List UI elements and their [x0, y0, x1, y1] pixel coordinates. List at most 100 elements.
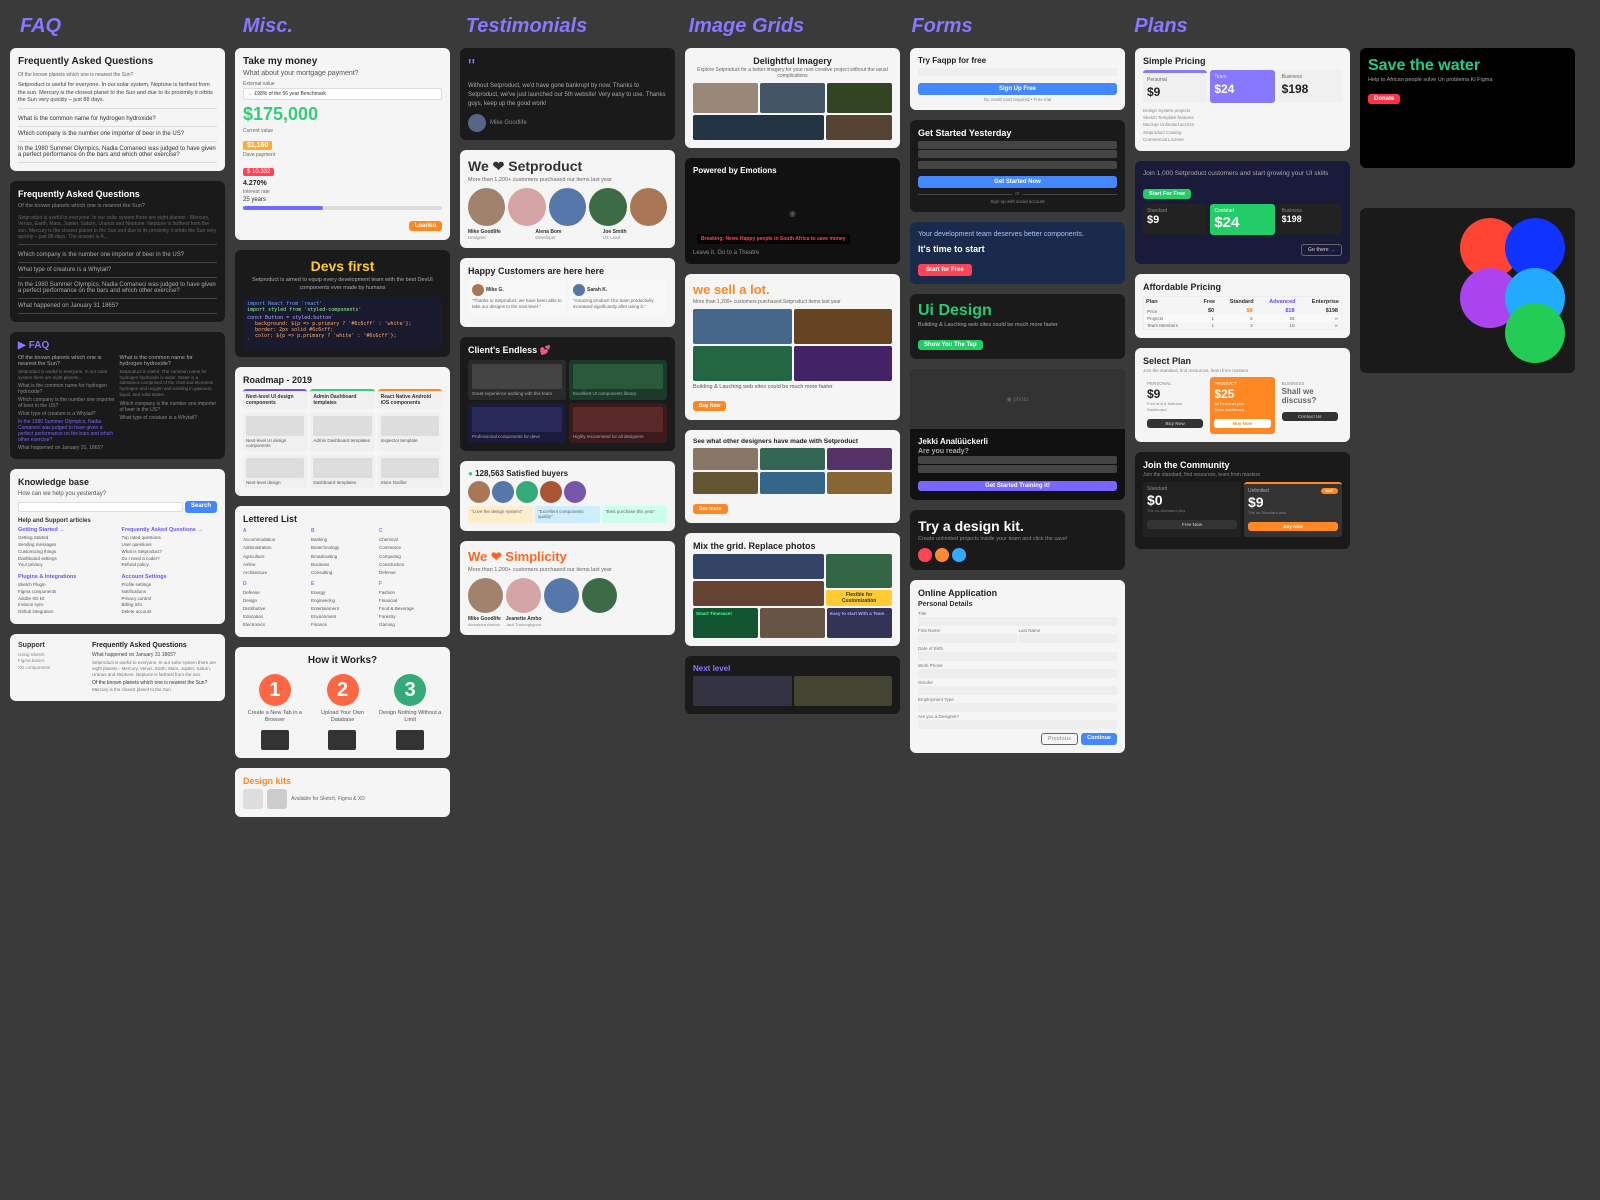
see-img3 — [827, 448, 892, 470]
roadmap-i2-title: Admin Dashboard templates — [313, 394, 371, 406]
ui-try-btn[interactable]: Show You The Tep — [918, 340, 983, 350]
join-customers-card: Join 1,000 Setproduct customers and star… — [1135, 161, 1350, 264]
sell-btn[interactable]: Buy Now — [693, 401, 726, 411]
mortgage-1160: $1,160 — [243, 141, 272, 150]
design-kit-icon1 — [243, 789, 263, 809]
form-lbl-employment: Employment Type — [918, 697, 1117, 702]
client-text4: Highly recommend for all designers — [573, 434, 663, 439]
devs-card: Devs first Setproduct is aimed to equip … — [235, 250, 450, 357]
aff-r3-free: 1 — [1195, 322, 1217, 330]
form-dob-input[interactable] — [918, 652, 1117, 661]
quote-text: Without Setproduct, we'd have gone bankr… — [468, 82, 667, 109]
join-more-btn[interactable]: Go there → — [1301, 244, 1342, 256]
faq-card-3: ▶ FAQ Of the known planets which one is … — [10, 332, 225, 460]
donate-btn[interactable]: Donate — [1368, 94, 1400, 104]
form-gender-input[interactable] — [918, 686, 1117, 695]
form-back-btn[interactable]: Previous — [1041, 733, 1078, 745]
try-email-input[interactable] — [918, 68, 1117, 76]
testimonial-box1: Mike G. "Thanks to Setproduct, we have b… — [468, 280, 566, 315]
faq-q3: Which company is the number one importer… — [18, 127, 217, 142]
roadmap-thumb3 — [381, 416, 439, 436]
step3-num: 3 — [394, 674, 426, 706]
lettered-col6: F FashionFinancialFood & BeverageForestr… — [379, 581, 442, 629]
mortgage-btn[interactable]: Loanko — [409, 221, 442, 231]
faq-col1-q6: What happened on January 31, 1865? — [18, 445, 116, 451]
emotions-card: Powered by Emotions ◉ Breaking: News Hap… — [685, 158, 900, 264]
join-plan-b: Business $198 — [1278, 204, 1342, 235]
faq-dark-q1: Which company is the number one importer… — [18, 248, 217, 263]
simplicity-sub: More than 1,200+ customers purchased our… — [468, 567, 667, 573]
buyers-card: ● 128,563 Satisfied buyers "Love the des… — [460, 461, 675, 532]
code-line2: import styled from 'styled-components' — [247, 307, 438, 313]
lettered-c6-items: FashionFinancialFood & BeverageForestryG… — [379, 589, 442, 629]
form-next-btn[interactable]: Continue — [1081, 733, 1117, 745]
lettered-col4: D DefenseDesignDistributiveEducationElec… — [243, 581, 306, 629]
plan-s1: Personal $9 — [1143, 70, 1207, 103]
jc-unl-btn[interactable]: Buy Now — [1248, 522, 1338, 531]
person1-avatar — [468, 188, 505, 226]
jc-title: Join the Community — [1143, 460, 1342, 470]
kb-cat3-items: Sketch PluginFigma componentsAdobe XD ki… — [18, 582, 114, 616]
mortgage-label1: External value — [243, 81, 442, 87]
buyers-bullet: ● — [468, 469, 473, 478]
form-phone-input[interactable] — [918, 669, 1117, 678]
sp-business: BUSINESS Shall we discuss? Contact Us — [1278, 377, 1342, 434]
gs-email-input[interactable] — [918, 150, 1117, 158]
clients-endless-card: Client's Endless 💕 Great experience work… — [460, 337, 675, 451]
buyer-av1 — [468, 481, 490, 503]
mortgage-external: ← £98% of the 56 year Benchmark — [243, 88, 442, 100]
try-design-kit-card: Try a design kit. Create unlimited proje… — [910, 510, 1125, 570]
gs-name-input[interactable] — [918, 141, 1117, 149]
form-first-input[interactable] — [918, 634, 1017, 643]
form-last-input[interactable] — [1019, 634, 1118, 643]
happy-title: Happy Customers are here here — [468, 266, 667, 276]
sp-personal-btn[interactable]: Buy Now — [1147, 419, 1203, 428]
try-signup-btn[interactable]: Sign Up Free — [918, 83, 1117, 95]
simp-av1 — [468, 578, 503, 613]
jekki-input2[interactable] — [918, 465, 1117, 473]
kb-cat4-items: Profile settingsNotificationsPrivacy con… — [122, 582, 218, 616]
join-btn[interactable]: Start For Free — [1143, 189, 1191, 199]
jekki-btn[interactable]: Get Started Training it! — [918, 481, 1117, 491]
try-dk-sub: Create unlimited projects inside your te… — [918, 536, 1117, 544]
start-btn[interactable]: Start for Free — [918, 264, 972, 276]
simple-pricing-title: Simple Pricing — [1143, 56, 1342, 66]
step1-icon — [261, 730, 289, 750]
see-btn[interactable]: See more — [693, 504, 728, 514]
faq-support-a1: Setproduct is useful to everyone. In our… — [92, 660, 217, 678]
jc-std-btn[interactable]: Free Now — [1147, 520, 1237, 529]
delightful-card: Delightful Imagery Explore Setproduct fo… — [685, 48, 900, 148]
plan-s1-name: Personal — [1147, 77, 1203, 83]
kb-search-btn[interactable]: Search — [185, 501, 217, 513]
sell-sub: More than 1,200+ customers purchased Set… — [693, 299, 892, 305]
sell-caption: Building & Lauching web sites could be m… — [693, 384, 892, 391]
gs-pwd-input[interactable] — [918, 161, 1117, 169]
jc-unl-price: $9 — [1248, 494, 1338, 510]
col-header-faq: FAQ — [20, 15, 243, 38]
faq-card-2: Frequently Asked Questions Of the known … — [10, 181, 225, 322]
sp-product-features: All Personal plusTeam dashboard — [1214, 401, 1270, 412]
sp1-role: Alekandra Alexion — [468, 622, 501, 627]
plan-s2-name: Team — [1214, 74, 1270, 80]
jc-standard: Standard $0 The co-Standard plus Free No… — [1143, 482, 1241, 537]
sp-business-btn[interactable]: Contact Us — [1282, 412, 1338, 421]
form-lbl-employed: Are you a Designer? — [918, 714, 1117, 719]
roadmap-item8: Dashboard templates — [310, 455, 374, 488]
kb-search-input[interactable] — [18, 502, 183, 512]
jekki-input1[interactable] — [918, 456, 1117, 464]
roadmap-i5-label: Admin Dashboard templates — [313, 438, 371, 443]
roadmap-i3-title: React Native Android iOS components — [381, 394, 439, 406]
step3-icon — [396, 730, 424, 750]
form-designer-input[interactable] — [918, 720, 1117, 729]
gs-create-btn[interactable]: Get Started Now — [918, 176, 1117, 188]
form-emp-input[interactable] — [918, 703, 1117, 712]
form-title-input[interactable] — [918, 617, 1117, 626]
jc-unl-sub: The co-Standard plus — [1248, 510, 1338, 515]
extra-column: Save the water Help to African people so… — [1360, 48, 1575, 817]
sp-product-btn[interactable]: Buy Now — [1214, 419, 1270, 428]
aff-r2-ent: ∞ — [1298, 315, 1342, 322]
sell-title: we sell a lot. — [693, 282, 892, 297]
try-free-title: Try Faqpp for free — [918, 56, 1117, 65]
p3-title: UX Lead — [603, 235, 667, 240]
plan-s3-price: $198 — [1282, 82, 1338, 96]
